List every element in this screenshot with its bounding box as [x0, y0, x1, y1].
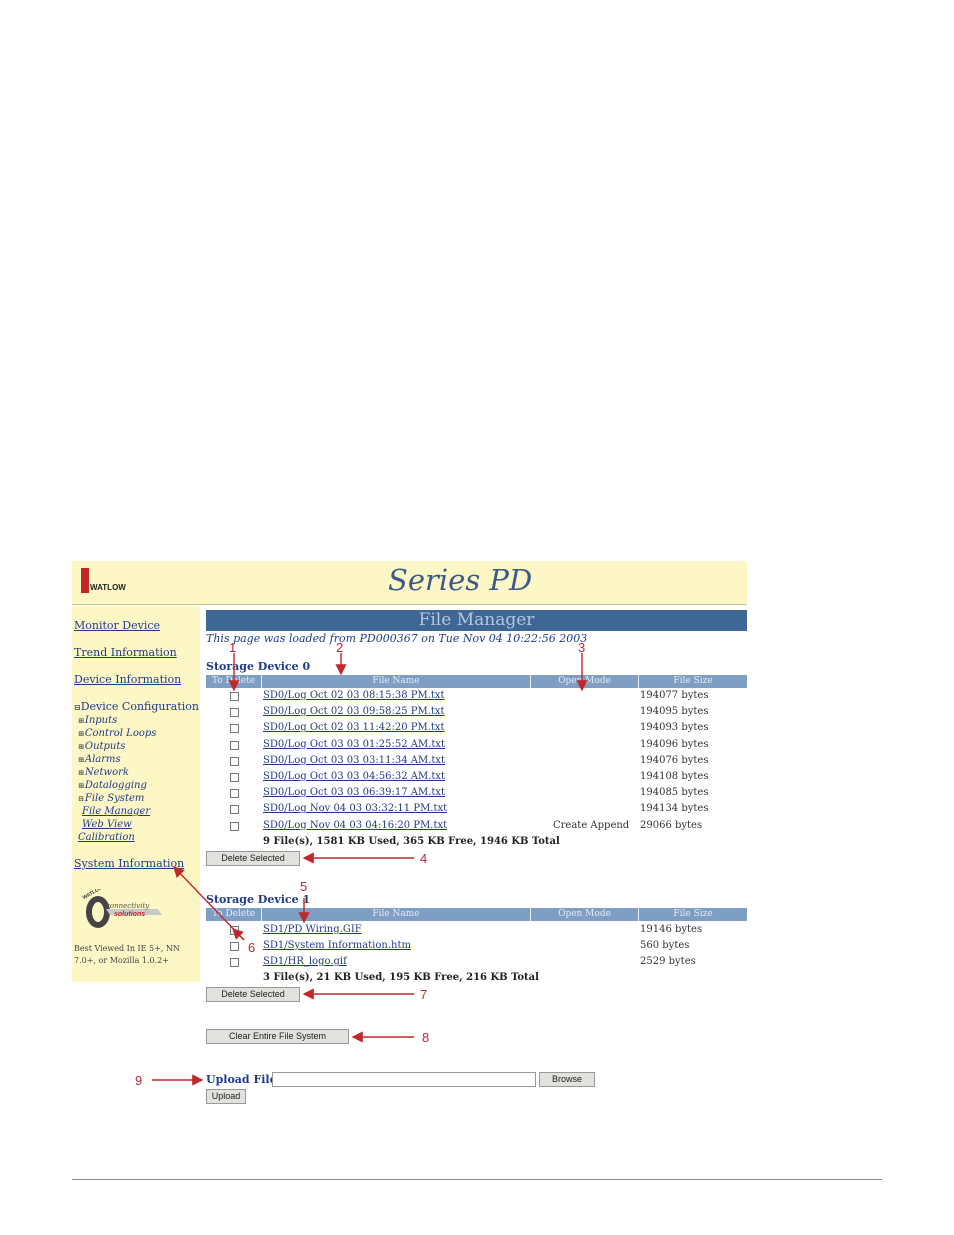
callout-4: 4 [420, 851, 427, 866]
callout-6: 6 [248, 940, 255, 955]
screenshot-figure: WATLOW Series PD Monitor Device Trend In… [72, 561, 748, 1111]
callout-9: 9 [135, 1073, 142, 1088]
callout-7: 7 [420, 987, 427, 1002]
callout-8: 8 [422, 1030, 429, 1045]
callout-5: 5 [300, 879, 307, 894]
page-footer-rule [72, 1179, 882, 1180]
callout-1: 1 [229, 640, 236, 655]
callout-2: 2 [336, 640, 343, 655]
callout-3: 3 [578, 640, 585, 655]
callout-annotations: 1 2 3 4 5 6 7 8 9 [135, 640, 588, 1088]
